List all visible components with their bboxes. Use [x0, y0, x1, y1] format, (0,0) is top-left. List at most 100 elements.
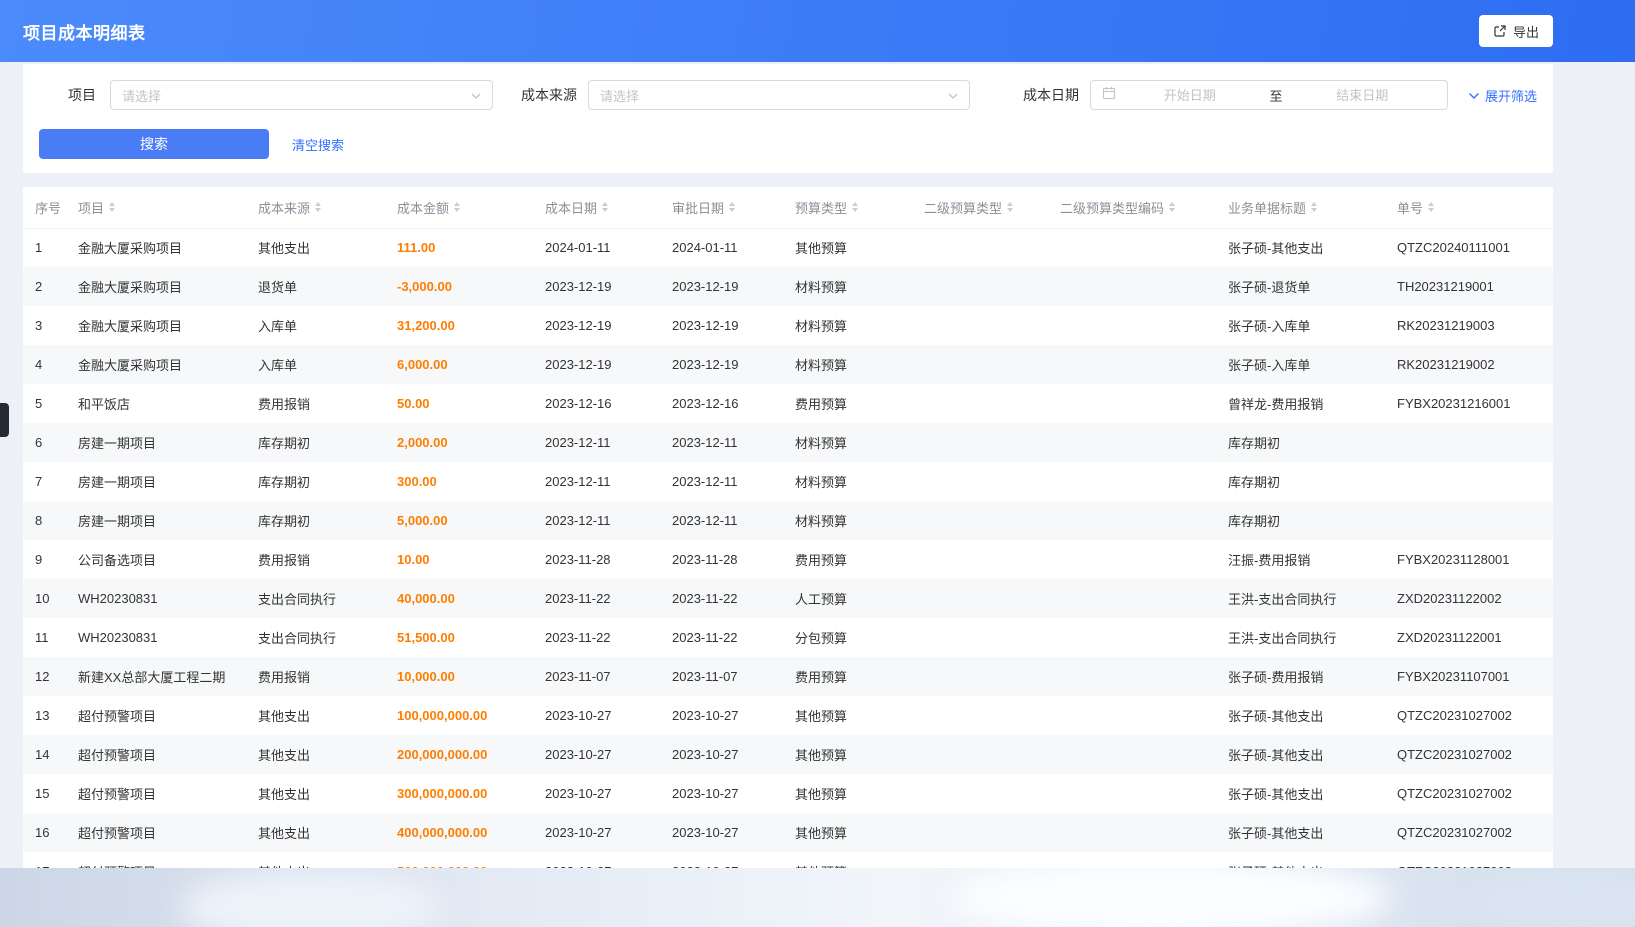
cell-amount: 50.00 [387, 384, 535, 423]
column-header-cost_date[interactable]: 成本日期 [535, 187, 662, 228]
export-button[interactable]: 导出 [1479, 15, 1553, 47]
cell-amount: 31,200.00 [387, 306, 535, 345]
sort-icon[interactable] [729, 202, 735, 212]
cell-approve_date: 2023-11-22 [662, 618, 785, 657]
cell-cost_date: 2023-11-28 [535, 540, 662, 579]
column-header-project[interactable]: 项目 [68, 187, 248, 228]
cell-sub_type [914, 423, 1050, 462]
cell-approve_date: 2023-12-11 [662, 423, 785, 462]
cell-doc_no [1387, 462, 1553, 501]
cell-doc_no: TH20231219001 [1387, 267, 1553, 306]
cell-budget_type: 其他预算 [785, 774, 914, 813]
sort-icon[interactable] [602, 202, 608, 212]
cell-source: 入库单 [248, 306, 387, 345]
column-header-label: 预算类型 [795, 201, 847, 216]
cell-source: 支出合同执行 [248, 618, 387, 657]
cell-project: 新建XX总部大厦工程二期 [68, 657, 248, 696]
start-date-input[interactable] [1116, 88, 1264, 103]
sort-icon[interactable] [1007, 202, 1013, 212]
cell-approve_date: 2023-12-19 [662, 306, 785, 345]
cell-approve_date: 2023-10-27 [662, 735, 785, 774]
page-title: 项目成本明细表 [23, 19, 146, 44]
cell-doc_title: 张子硕-入库单 [1218, 306, 1387, 345]
cell-project: 超付预警项目 [68, 735, 248, 774]
cell-doc_no: RK20231219003 [1387, 306, 1553, 345]
column-header-sub_type[interactable]: 二级预算类型 [914, 187, 1050, 228]
cell-project: 金融大厦采购项目 [68, 228, 248, 267]
column-header-source[interactable]: 成本来源 [248, 187, 387, 228]
sort-icon[interactable] [852, 202, 858, 212]
cell-project: 房建一期项目 [68, 462, 248, 501]
column-header-amount[interactable]: 成本金额 [387, 187, 535, 228]
cell-no: 17 [23, 852, 68, 868]
search-button[interactable]: 搜索 [39, 129, 269, 159]
cell-project: 和平饭店 [68, 384, 248, 423]
cell-amount: 400,000,000.00 [387, 813, 535, 852]
sort-icon[interactable] [454, 202, 460, 212]
cell-amount: 51,500.00 [387, 618, 535, 657]
table-row: 9公司备选项目费用报销10.002023-11-282023-11-28费用预算… [23, 540, 1553, 579]
cell-doc_no: QTZC20231027002 [1387, 774, 1553, 813]
table-row: 4金融大厦采购项目入库单6,000.002023-12-192023-12-19… [23, 345, 1553, 384]
column-header-sub_code[interactable]: 二级预算类型编码 [1050, 187, 1218, 228]
side-drawer-handle[interactable] [0, 403, 9, 437]
cell-amount: 100,000,000.00 [387, 696, 535, 735]
cell-doc_no: QTZC20240111001 [1387, 228, 1553, 267]
cell-doc_title: 张子硕-其他支出 [1218, 735, 1387, 774]
sort-icon[interactable] [315, 202, 321, 212]
sort-icon[interactable] [1169, 202, 1175, 212]
cell-no: 13 [23, 696, 68, 735]
cell-doc_title: 王洪-支出合同执行 [1218, 618, 1387, 657]
cell-cost_date: 2023-12-19 [535, 267, 662, 306]
cell-sub_code [1050, 384, 1218, 423]
end-date-input[interactable] [1289, 88, 1437, 103]
cell-no: 5 [23, 384, 68, 423]
column-header-doc_no[interactable]: 单号 [1387, 187, 1553, 228]
cell-sub_code [1050, 501, 1218, 540]
column-header-budget_type[interactable]: 预算类型 [785, 187, 914, 228]
cell-no: 9 [23, 540, 68, 579]
cell-sub_code [1050, 540, 1218, 579]
cost-date-range-picker[interactable]: 至 [1090, 80, 1448, 110]
cell-approve_date: 2023-12-11 [662, 462, 785, 501]
background-blur-blob [950, 868, 1390, 927]
cell-budget_type: 材料预算 [785, 423, 914, 462]
cell-doc_no: FYBX20231107001 [1387, 657, 1553, 696]
column-header-approve_date[interactable]: 审批日期 [662, 187, 785, 228]
sort-icon[interactable] [109, 202, 115, 212]
cell-approve_date: 2023-12-16 [662, 384, 785, 423]
cell-doc_title: 张子硕-其他支出 [1218, 774, 1387, 813]
column-header-label: 审批日期 [672, 201, 724, 216]
page-background-footer [0, 868, 1635, 927]
cost-source-select[interactable]: 请选择 [588, 80, 970, 110]
sort-icon[interactable] [1311, 202, 1317, 212]
cell-no: 11 [23, 618, 68, 657]
sort-icon[interactable] [1428, 202, 1434, 212]
cell-source: 库存期初 [248, 462, 387, 501]
cell-source: 退货单 [248, 267, 387, 306]
cell-no: 16 [23, 813, 68, 852]
chevron-down-icon [471, 86, 481, 104]
cell-doc_no: ZXD20231122002 [1387, 579, 1553, 618]
date-range-separator: 至 [1264, 86, 1289, 105]
background-blur-blob [1470, 868, 1635, 927]
cell-project: 超付预警项目 [68, 696, 248, 735]
expand-filters-link[interactable]: 展开筛选 [1468, 86, 1537, 105]
cell-cost_date: 2023-10-27 [535, 852, 662, 868]
cell-approve_date: 2023-11-22 [662, 579, 785, 618]
project-select[interactable]: 请选择 [110, 80, 493, 110]
table-row: 10WH20230831支出合同执行40,000.002023-11-22202… [23, 579, 1553, 618]
cell-cost_date: 2023-12-11 [535, 501, 662, 540]
cell-doc_title: 张子硕-退货单 [1218, 267, 1387, 306]
table-row: 13超付预警项目其他支出100,000,000.002023-10-272023… [23, 696, 1553, 735]
cost-date-filter-label: 成本日期 [1023, 85, 1079, 105]
cell-source: 费用报销 [248, 540, 387, 579]
cell-doc_title: 库存期初 [1218, 501, 1387, 540]
cell-source: 库存期初 [248, 423, 387, 462]
chevron-down-icon [1468, 88, 1480, 103]
cell-project: 金融大厦采购项目 [68, 267, 248, 306]
clear-search-link[interactable]: 清空搜索 [292, 135, 344, 154]
table-head-row: 序号项目成本来源成本金额成本日期审批日期预算类型二级预算类型二级预算类型编码业务… [23, 187, 1553, 228]
column-header-doc_title[interactable]: 业务单据标题 [1218, 187, 1387, 228]
cell-doc_no: ZXD20231122001 [1387, 618, 1553, 657]
